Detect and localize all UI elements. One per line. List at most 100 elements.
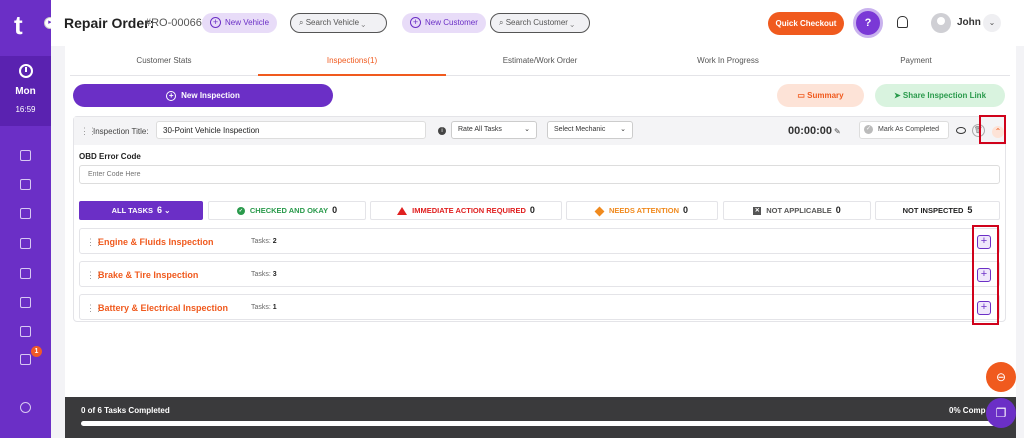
app-logo[interactable]: t [14, 12, 38, 38]
filter-count: 0 [683, 205, 689, 215]
highlight-box-collapse [979, 115, 1006, 144]
megaphone-icon[interactable] [20, 326, 31, 337]
tab-inspections[interactable]: Inspections(1) [258, 46, 446, 76]
filter-label: ALL TASKS [111, 206, 153, 215]
tab-payment[interactable]: Payment [822, 46, 1010, 76]
filter-count: 6 [156, 205, 162, 215]
bag-icon[interactable] [20, 268, 31, 279]
new-customer-label: New Customer [425, 18, 478, 27]
search-customer-select[interactable]: ⌕ Search Customer ⌄ [490, 13, 590, 33]
tab-estimate-work-order[interactable]: Estimate/Work Order [446, 46, 634, 76]
search-vehicle-select[interactable]: ⌕ Search Vehicle ⌄ [290, 13, 387, 33]
drag-handle-icon[interactable]: ⋮⋮ [86, 304, 103, 313]
pencil-icon[interactable]: ✎ [834, 127, 841, 136]
select-mechanic-select[interactable]: Select Mechanic ⌄ [547, 121, 633, 139]
drag-handle-icon[interactable]: ⋮⋮ [86, 271, 103, 280]
list-icon[interactable] [20, 297, 31, 308]
mark-as-completed-button[interactable]: ✓ Mark As Completed [859, 121, 949, 139]
inspection-card: ⋮⋮ Inspection Title: i Rate All Tasks ⌄ S… [73, 115, 1006, 325]
category-name[interactable]: Engine & Fluids Inspection [98, 237, 214, 247]
eye-icon[interactable] [956, 127, 966, 134]
progress-footer: 0 of 6 Tasks Completed 0% Comp [65, 397, 1016, 438]
new-vehicle-button[interactable]: + New Vehicle [202, 13, 278, 33]
new-vehicle-label: New Vehicle [225, 18, 270, 27]
category-row[interactable]: ⋮⋮ Battery & Electrical Inspection Tasks… [79, 294, 1000, 320]
share-inspection-link-button[interactable]: ➤ Share Inspection Link [875, 84, 1005, 107]
drag-handle-icon[interactable]: ⋮⋮ [80, 127, 97, 136]
tasks-completed-text: 0 of 6 Tasks Completed [81, 406, 170, 415]
chevron-down-icon: ⌄ [620, 126, 626, 133]
help-button[interactable]: ? [853, 8, 883, 38]
filter-count: 0 [332, 205, 338, 215]
repair-order-number: #RO-000668 [145, 17, 208, 29]
x-square-icon: ✕ [753, 207, 762, 216]
clock-time: 16:59 [15, 105, 36, 114]
sidebar: t ▸ Mon 16:59 1 [0, 0, 56, 438]
tasks-label: Tasks: [251, 304, 271, 311]
category-row[interactable]: ⋮⋮ Brake & Tire Inspection Tasks: 3 + [79, 261, 1000, 287]
chat-support-button[interactable]: ⊖ [986, 362, 1016, 392]
obd-error-code-input[interactable] [79, 165, 1000, 184]
warning-icon [397, 207, 408, 216]
messages-button[interactable]: ❐ [986, 398, 1016, 428]
dashboard-icon[interactable] [20, 150, 31, 161]
share-label: Share Inspection Link [902, 91, 987, 100]
category-tasks: Tasks: 1 [251, 304, 277, 311]
tasks-count: 3 [272, 271, 277, 278]
bell-icon[interactable] [897, 16, 908, 28]
inspection-title-label: Inspection Title: [93, 127, 149, 136]
calendar-icon[interactable] [20, 179, 31, 190]
tasks-count: 1 [272, 304, 277, 311]
quick-checkout-button[interactable]: Quick Checkout [768, 12, 844, 35]
avatar[interactable] [931, 13, 951, 33]
tab-customer-stats[interactable]: Customer Stats [70, 46, 258, 76]
drag-handle-icon[interactable]: ⋮⋮ [86, 238, 103, 247]
category-name[interactable]: Battery & Electrical Inspection [98, 303, 228, 313]
new-customer-button[interactable]: + New Customer [402, 13, 486, 33]
percent-completed-text: 0% Comp [949, 406, 986, 415]
settings-icon[interactable] [20, 402, 31, 413]
kanban-icon[interactable] [20, 208, 31, 219]
chevron-down-icon: ⌄ [164, 206, 171, 215]
user-name[interactable]: John [957, 17, 981, 28]
mark-completed-label: Mark As Completed [878, 126, 940, 133]
chevron-down-icon: ⌄ [570, 18, 574, 27]
chevron-down-icon: ⌄ [524, 126, 530, 133]
plus-icon: + [166, 91, 177, 101]
filter-immediate-action-required[interactable]: IMMEDIATE ACTION REQUIRED 0 [370, 201, 562, 220]
summary-button[interactable]: ▭ Summary [777, 84, 864, 107]
page-title: Repair Order: [64, 15, 155, 31]
info-icon[interactable]: i [438, 127, 446, 135]
filter-label: NEEDS ATTENTION [608, 206, 679, 215]
filter-label: NOT APPLICABLE [766, 206, 832, 215]
search-icon: ⌕ [499, 18, 506, 27]
filter-label: NOT INSPECTED [902, 206, 964, 215]
document-icon[interactable] [20, 238, 31, 249]
tab-work-in-progress[interactable]: Work In Progress [634, 46, 822, 76]
top-bar: Repair Order: #RO-000668 + New Vehicle ⌕ … [51, 0, 1024, 46]
inspection-timer: 00:00:00 [788, 125, 833, 137]
clock-day: Mon [15, 86, 36, 97]
chat-badge: 1 [31, 346, 42, 357]
new-inspection-button[interactable]: + New Inspection [73, 84, 333, 107]
inspection-title-input[interactable] [156, 121, 426, 139]
filter-checked-and-okay[interactable]: ✓ CHECKED AND OKAY 0 [208, 201, 366, 220]
summary-label: Summary [807, 91, 844, 100]
summary-icon: ▭ [797, 91, 808, 100]
rate-all-tasks-select[interactable]: Rate All Tasks ⌄ [451, 121, 537, 139]
filter-needs-attention[interactable]: NEEDS ATTENTION 0 [566, 201, 718, 220]
category-row[interactable]: ⋮⋮ Engine & Fluids Inspection Tasks: 2 + [79, 228, 1000, 254]
chat-icon[interactable] [20, 354, 31, 365]
check-icon: ✓ [864, 125, 873, 134]
filter-not-applicable[interactable]: ✕ NOT APPLICABLE 0 [723, 201, 871, 220]
filter-all-tasks[interactable]: ALL TASKS 6 ⌄ [79, 201, 203, 220]
search-customer-label: Search Customer [505, 18, 568, 27]
select-mechanic-label: Select Mechanic [554, 126, 606, 133]
filter-label: IMMEDIATE ACTION REQUIRED [412, 206, 526, 215]
filter-not-inspected[interactable]: NOT INSPECTED 5 [875, 201, 1000, 220]
category-name[interactable]: Brake & Tire Inspection [98, 270, 198, 280]
clock-widget: Mon 16:59 [0, 56, 51, 126]
plus-icon: + [410, 17, 421, 28]
filter-count: 0 [529, 205, 535, 215]
chevron-down-icon[interactable]: ⌄ [983, 14, 1001, 32]
